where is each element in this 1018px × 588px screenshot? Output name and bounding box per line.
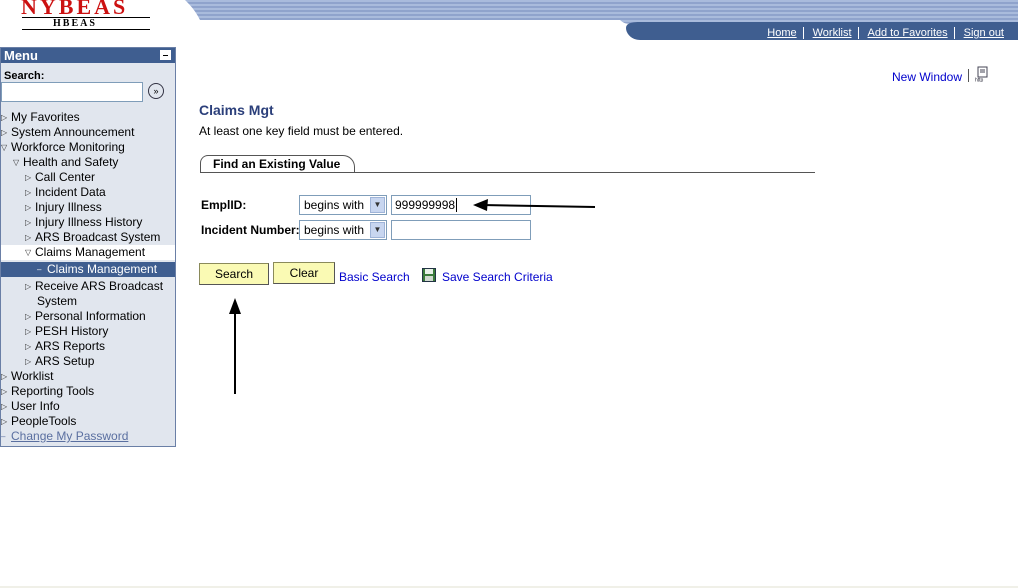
expand-triangle-icon: ▷ [25,188,32,198]
nav-sign-out[interactable]: Sign out [955,27,1010,39]
expand-triangle-icon: ▷ [25,218,32,228]
incident-number-input[interactable] [391,220,531,240]
nav-worklist[interactable]: Worklist [804,27,858,39]
menu-item-injury-illness[interactable]: ▷ Injury Illness [25,200,102,215]
menu-item-user-info[interactable]: ▷ User Info [1,399,60,414]
dash-icon: – [37,265,42,275]
save-icon[interactable] [422,268,436,282]
incident-operator-select[interactable]: begins with ▼ [299,220,387,240]
expand-triangle-icon: ▷ [25,312,32,322]
nav-home[interactable]: Home [758,27,802,39]
dash-icon: – [1,432,6,442]
expand-triangle-icon: ▷ [1,417,8,427]
menu-item-pesh-history[interactable]: ▷ PESH History [25,324,108,339]
expand-triangle-icon: ▷ [25,282,32,292]
collapse-triangle-icon: ▽ [25,248,32,258]
expand-triangle-icon: ▷ [25,342,32,352]
menu-item-system-announcement[interactable]: ▷ System Announcement [1,125,134,140]
instruction-text: At least one key field must be entered. [199,124,404,138]
annotation-arrow-up [229,298,241,394]
menu-search-row: » [1,80,175,108]
menu-title: Menu [4,48,38,63]
emplid-input-value: 999999998 [395,198,456,212]
menu-item-workforce-monitoring[interactable]: ▽ Workforce Monitoring [1,140,125,155]
page-title: Claims Mgt [199,102,274,118]
nav-add-to-favorites[interactable]: Add to Favorites [859,27,954,39]
clear-button[interactable]: Clear [273,262,335,284]
menu-search-input[interactable] [1,82,143,102]
menu-item-claims-management[interactable]: ▽ Claims Management [1,245,175,260]
incident-number-label: Incident Number: [201,223,300,237]
help-icon[interactable]: http [975,66,991,82]
menu-item-reporting-tools[interactable]: ▷ Reporting Tools [1,384,94,399]
menu-item-peopletools[interactable]: ▷ PeopleTools [1,414,76,429]
chevron-down-icon[interactable]: ▼ [370,197,385,213]
menu-item-claims-management-selected[interactable]: – Claims Management [1,262,175,277]
search-button[interactable]: Search [199,263,269,285]
menu-item-personal-information[interactable]: ▷ Personal Information [25,309,146,324]
tab-underline [200,172,815,173]
menu-item-ars-setup[interactable]: ▷ ARS Setup [25,354,94,369]
menu-item-receive-ars-broadcast[interactable]: ▷ Receive ARS Broadcast [25,279,163,294]
chevron-down-icon[interactable]: ▼ [370,222,385,238]
expand-triangle-icon: ▷ [1,113,8,123]
new-window-link[interactable]: New Window [892,70,962,84]
expand-triangle-icon: ▷ [1,128,8,138]
menu-item-worklist[interactable]: ▷ Worklist [1,369,53,384]
menu-item-my-favorites[interactable]: ▷ My Favorites [1,110,80,125]
minimize-icon[interactable] [160,50,171,60]
header-nav: Home Worklist Add to Favorites Sign out [758,26,1010,40]
tab-find-existing-value[interactable]: Find an Existing Value [200,155,356,173]
text-cursor [456,198,458,212]
search-go-icon[interactable]: » [148,83,164,99]
incident-operator-value: begins with [304,223,365,237]
expand-triangle-icon: ▷ [25,173,32,183]
menu-item-ars-broadcast-system[interactable]: ▷ ARS Broadcast System [25,230,160,245]
emplid-operator-select[interactable]: begins with ▼ [299,195,387,215]
menu-item-call-center[interactable]: ▷ Call Center [25,170,95,185]
expand-triangle-icon: ▷ [1,402,8,412]
expand-triangle-icon: ▷ [1,387,8,397]
emplid-label: EmplID: [201,198,247,212]
separator [968,69,969,82]
logo-rule-bottom [22,29,150,30]
svg-text:http: http [975,78,984,83]
menu-item-injury-illness-history[interactable]: ▷ Injury Illness History [25,215,142,230]
menu-item-health-and-safety[interactable]: ▽ Health and Safety [13,155,118,170]
expand-triangle-icon: ▷ [25,233,32,243]
collapse-triangle-icon: ▽ [1,143,8,153]
menu-header: Menu [1,48,175,63]
menu-item-incident-data[interactable]: ▷ Incident Data [25,185,106,200]
save-search-criteria-link[interactable]: Save Search Criteria [442,270,553,284]
logo-bottom-text: HBEAS [53,18,97,29]
expand-triangle-icon: ▷ [25,327,32,337]
emplid-operator-value: begins with [304,198,365,212]
basic-search-link[interactable]: Basic Search [339,270,410,284]
nybeas-logo: NYBEAS HBEAS [10,0,155,34]
expand-triangle-icon: ▷ [1,372,8,382]
expand-triangle-icon: ▷ [25,203,32,213]
menu-search-label: Search: [4,70,45,82]
expand-triangle-icon: ▷ [25,357,32,367]
menu-item-change-my-password[interactable]: – Change My Password [1,429,128,444]
menu-item-receive-ars-broadcast-line2[interactable]: System [37,294,77,309]
collapse-triangle-icon: ▽ [13,158,20,168]
annotation-arrow-left [473,199,596,211]
menu-item-ars-reports[interactable]: ▷ ARS Reports [25,339,105,354]
menu-panel: Menu Search: » ▷ My Favorites ▷ System Ann… [0,47,176,447]
